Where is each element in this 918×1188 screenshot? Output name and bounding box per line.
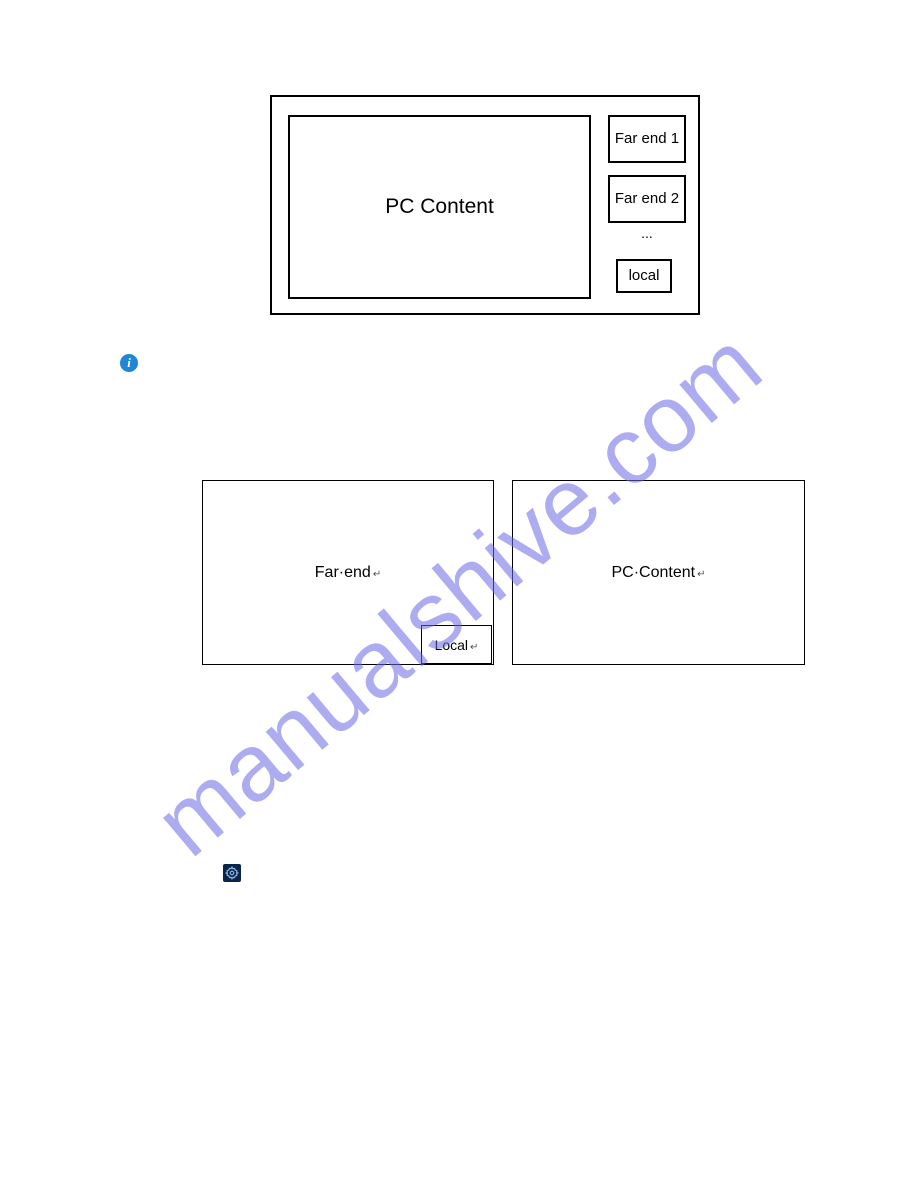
diagram2-local-panel: Local↵ [421,625,492,664]
layout-diagram-dual-screen: Far·end↵ Local↵ PC·Content↵ [202,480,807,665]
info-icon: i [120,354,138,372]
diagram2-right-panel: PC·Content↵ [512,480,805,665]
section-heading-pairing: Pairing via Network [120,704,800,721]
diagram1-far-end-1: Far end 1 [608,115,686,163]
diagram2-left-label: Far·end↵ [315,564,381,582]
note-line-2: then press and hold the pairing combo ag… [148,368,800,388]
step-2: 2. On the remote control, enter the IP a… [160,938,800,960]
diagram1-far-end-2: Far end 2 [608,175,686,223]
step-3: 3. Tap Pair now. [160,968,800,990]
diagram1-local-panel: local [616,259,672,293]
note-block: i If the remote control fails to pair wi… [120,348,800,389]
layout-diagram-single-screen: PC Content Far end 1 Far end 2 ... local [270,95,700,315]
step-1-option-web: On your web user interface, go to System… [160,832,800,854]
diagram2-local-label: Local↵ [435,637,479,653]
note-line-1: If the remote control fails to pair with… [148,348,800,368]
document-page: manualshive.com PC Content Far end 1 Far… [0,0,918,1188]
diagram2-right-label: PC·Content↵ [612,564,706,582]
step-1: 1. Do one of the following: [160,810,800,832]
diagram2-left-panel: Far·end↵ Local↵ [202,480,494,665]
step-1-option-remote-cont: tap Network pairing. [160,906,800,928]
diagram1-main-panel: PC Content [288,115,591,299]
body-line-same-network: Make sure the remote control and the dev… [120,758,800,780]
diagram1-ellipsis: ... [608,225,686,241]
step-1-option-remote: On the Home screen of the remote control… [160,862,800,884]
gear-icon [223,864,241,882]
